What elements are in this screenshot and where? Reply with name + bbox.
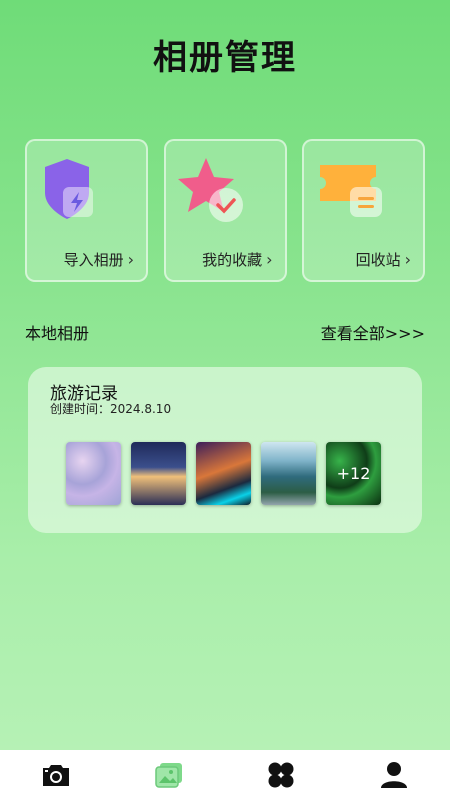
section-title: 本地相册 bbox=[25, 324, 90, 343]
album-created-date: 创建时间：2024.8.10 bbox=[50, 402, 172, 416]
profile-icon bbox=[380, 762, 407, 788]
import-album-card[interactable]: 导入相册 › bbox=[25, 139, 148, 282]
quick-actions: 导入相册 › 我的收藏 › 回收站 › bbox=[25, 139, 425, 282]
bottom-tab-bar bbox=[0, 750, 450, 800]
chevron-right-icon: › bbox=[127, 250, 134, 269]
apps-icon bbox=[268, 762, 294, 788]
album-thumbnail[interactable] bbox=[196, 442, 251, 505]
album-thumbnail-more[interactable]: +12 bbox=[326, 442, 381, 505]
shield-bolt-icon bbox=[45, 159, 93, 219]
star-check-icon bbox=[177, 158, 243, 222]
tab-apps[interactable] bbox=[261, 755, 301, 795]
chevron-right-icon: › bbox=[266, 250, 273, 269]
album-thumbnails: +12 bbox=[66, 442, 381, 505]
import-album-label: 导入相册 › bbox=[63, 250, 134, 269]
tab-profile[interactable] bbox=[374, 755, 414, 795]
tab-camera[interactable] bbox=[36, 755, 76, 795]
recycle-bin-label: 回收站 › bbox=[355, 250, 411, 269]
local-albums-header: 本地相册 查看全部>>> bbox=[25, 320, 425, 344]
tab-album[interactable] bbox=[149, 755, 189, 795]
page-title: 相册管理 bbox=[153, 38, 297, 78]
camera-icon bbox=[43, 765, 70, 786]
favorites-card[interactable]: 我的收藏 › bbox=[163, 139, 287, 282]
album-card[interactable]: 旅游记录 创建时间：2024.8.10 +12 bbox=[28, 367, 422, 533]
ticket-trash-icon bbox=[320, 165, 382, 217]
album-thumbnail[interactable] bbox=[261, 442, 316, 505]
chevron-right-icon: › bbox=[404, 250, 411, 269]
view-all-link[interactable]: 查看全部>>> bbox=[321, 320, 425, 344]
more-count: +12 bbox=[336, 464, 371, 483]
recycle-bin-card[interactable]: 回收站 › bbox=[302, 139, 425, 282]
favorites-label: 我的收藏 › bbox=[202, 250, 273, 269]
album-thumbnail[interactable] bbox=[66, 442, 121, 505]
album-icon bbox=[155, 763, 182, 788]
album-thumbnail[interactable] bbox=[131, 442, 186, 505]
